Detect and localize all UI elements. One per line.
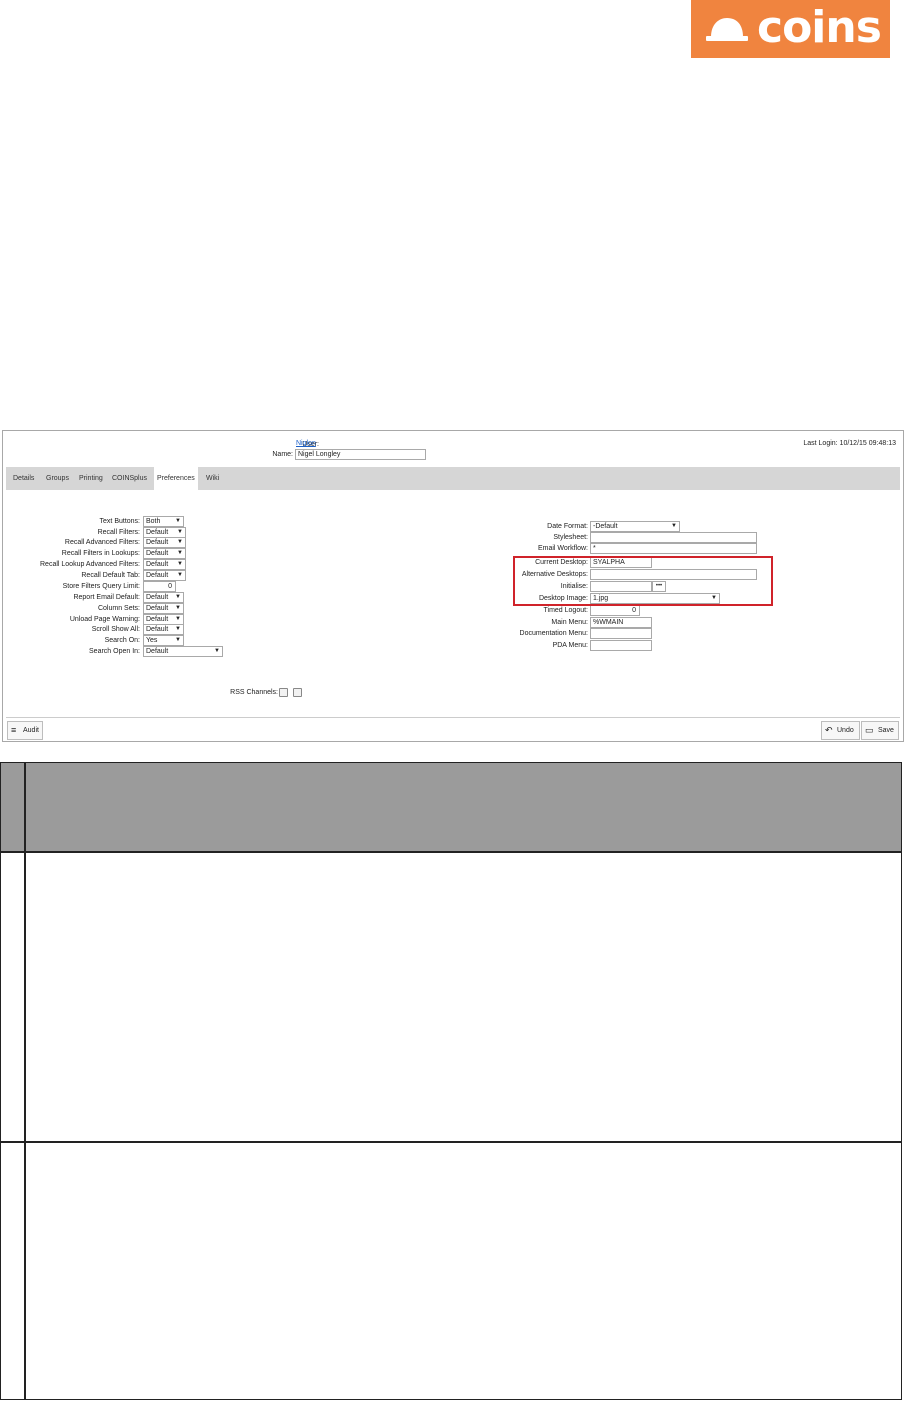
- dropdown-arrow-icon: ▼: [175, 626, 181, 632]
- footer-divider: [6, 717, 900, 718]
- recall-advanced-filters-label: Recall Advanced Filters:: [64, 539, 140, 546]
- search-open-in-label: Search Open In:: [89, 648, 140, 655]
- stylesheet-field[interactable]: [590, 532, 757, 543]
- recall-filters-label: Recall Filters:: [97, 529, 140, 536]
- recall-filters-lookups-select[interactable]: Default ▼: [143, 548, 186, 559]
- audit-icon: ≡: [11, 725, 17, 735]
- user-link[interactable]: Niglon: [296, 440, 316, 447]
- pda-menu-label: PDA Menu:: [552, 642, 588, 649]
- dropdown-arrow-icon: ▼: [175, 637, 181, 643]
- search-open-in-select[interactable]: Default ▼: [143, 646, 223, 657]
- dropdown-arrow-icon: ▼: [177, 550, 183, 556]
- table-header-row: [1, 763, 901, 853]
- column-sets-label: Column Sets:: [97, 605, 140, 612]
- coins-logo: coins: [691, 0, 890, 58]
- timed-logout-label: Timed Logout:: [543, 607, 589, 614]
- name-field[interactable]: Nigel Longley: [295, 449, 426, 460]
- undo-button[interactable]: ↶ Undo: [821, 721, 860, 740]
- timed-logout-field[interactable]: 0: [590, 605, 640, 616]
- text-buttons-select[interactable]: Both ▼: [143, 516, 184, 527]
- column-sets-select[interactable]: Default ▼: [143, 603, 184, 614]
- main-menu-label: Main Menu:: [551, 619, 588, 626]
- date-format-select[interactable]: -Default ▼: [590, 521, 680, 532]
- stylesheet-label: Stylesheet:: [553, 534, 588, 541]
- main-menu-field[interactable]: %WMAIN: [590, 617, 652, 628]
- search-on-label: Search On:: [104, 637, 140, 644]
- tab-groups[interactable]: Groups: [46, 467, 69, 490]
- documentation-menu-field[interactable]: [590, 628, 652, 639]
- tab-bar: Details Groups Printing COINSplus Prefer…: [6, 467, 900, 490]
- dropdown-arrow-icon: ▼: [175, 594, 181, 600]
- date-format-label: Date Format:: [547, 523, 588, 530]
- report-email-default-select[interactable]: Default ▼: [143, 592, 184, 603]
- dropdown-arrow-icon: ▼: [671, 523, 677, 529]
- save-icon: ▭: [865, 725, 874, 735]
- last-login: Last Login: 10/12/15 09:48:13: [803, 440, 896, 447]
- dropdown-arrow-icon: ▼: [175, 616, 181, 622]
- store-filters-limit-field[interactable]: 0: [143, 581, 176, 592]
- rss-checkbox-1[interactable]: [279, 688, 288, 697]
- report-email-default-label: Report Email Default:: [73, 594, 140, 601]
- scroll-show-all-select[interactable]: Default ▼: [143, 624, 184, 635]
- recall-advanced-filters-select[interactable]: Default ▼: [143, 537, 186, 548]
- dropdown-arrow-icon: ▼: [214, 648, 220, 654]
- email-workflow-label: Email Workflow:: [537, 545, 588, 552]
- unload-page-warning-label: Unload Page Warning:: [69, 616, 140, 623]
- undo-icon: ↶: [825, 725, 833, 735]
- documentation-menu-label: Documentation Menu:: [519, 630, 588, 637]
- user-preferences-screenshot: User: Niglon Name: Nigel Longley Last Lo…: [2, 430, 904, 742]
- table-column-divider: [24, 763, 26, 1399]
- save-button[interactable]: ▭ Save: [861, 721, 899, 740]
- pda-menu-field[interactable]: [590, 640, 652, 651]
- recall-filters-lookups-label: Recall Filters in Lookups:: [61, 550, 140, 557]
- name-label: Name:: [272, 451, 293, 458]
- dropdown-arrow-icon: ▼: [177, 572, 183, 578]
- dropdown-arrow-icon: ▼: [177, 561, 183, 567]
- dropdown-arrow-icon: ▼: [177, 539, 183, 545]
- tab-wiki[interactable]: Wiki: [206, 467, 219, 490]
- tab-coinsplus[interactable]: COINSplus: [112, 467, 147, 490]
- tab-printing[interactable]: Printing: [79, 467, 103, 490]
- text-buttons-label: Text Buttons:: [99, 518, 140, 525]
- store-filters-limit-label: Store Filters Query Limit:: [62, 583, 140, 590]
- tab-details[interactable]: Details: [13, 467, 34, 490]
- tab-preferences[interactable]: Preferences: [154, 467, 198, 490]
- dropdown-arrow-icon: ▼: [175, 518, 181, 524]
- table-row-divider: [1, 1141, 901, 1143]
- recall-default-tab-select[interactable]: Default ▼: [143, 570, 186, 581]
- recall-lookup-advanced-select[interactable]: Default ▼: [143, 559, 186, 570]
- document-table: [0, 762, 902, 1400]
- scroll-show-all-label: Scroll Show All:: [91, 626, 140, 633]
- dropdown-arrow-icon: ▼: [177, 529, 183, 535]
- recall-default-tab-label: Recall Default Tab:: [81, 572, 140, 579]
- dropdown-arrow-icon: ▼: [175, 605, 181, 611]
- email-workflow-field[interactable]: *: [590, 543, 757, 554]
- search-on-select[interactable]: Yes ▼: [143, 635, 184, 646]
- hard-hat-icon: [706, 18, 748, 41]
- audit-button[interactable]: ≡ Audit: [7, 721, 43, 740]
- rss-checkbox-2[interactable]: [293, 688, 302, 697]
- highlight-box: [513, 556, 773, 606]
- rss-channels-label: RSS Channels:: [230, 689, 278, 696]
- logo-wordmark: coins: [757, 2, 882, 53]
- recall-lookup-advanced-label: Recall Lookup Advanced Filters:: [40, 561, 140, 568]
